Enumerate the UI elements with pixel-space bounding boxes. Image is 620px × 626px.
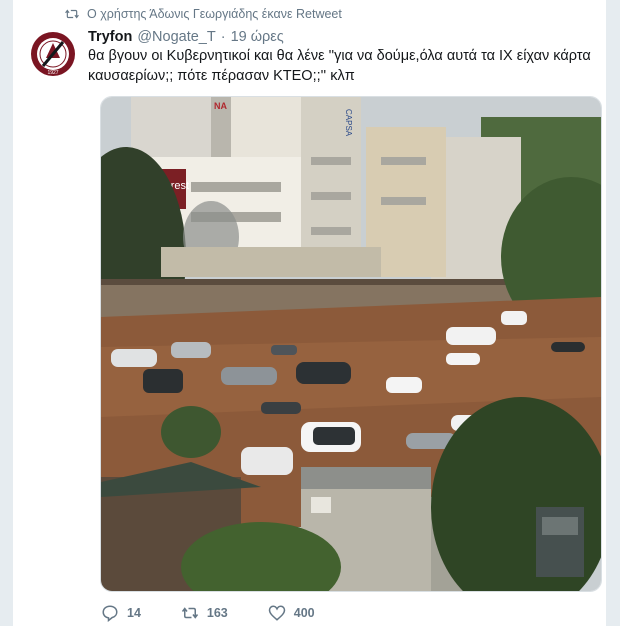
author-name[interactable]: Tryfon [88, 29, 132, 45]
tweet-card[interactable]: Ο χρήστης Άδωνις Γεωργιάδης έκανε Retwee… [12, 0, 607, 626]
corner-sign-text: NA [214, 101, 227, 111]
author-handle[interactable]: @Nogate_T [137, 29, 215, 45]
reply-icon [102, 605, 118, 622]
tweet-header: Tryfon @Nogate_T · 19 ώρες [88, 28, 284, 46]
retweet-context-text[interactable]: Ο χρήστης Άδωνις Γεωργιάδης έκανε Retwee… [87, 7, 342, 21]
retweet-icon [181, 607, 199, 619]
like-count: 400 [293, 606, 315, 620]
like-button[interactable]: 400 [268, 604, 315, 622]
tweet-photo[interactable]: everest NA CAPSA [100, 96, 602, 592]
tweet-text-line-2: καυσαερίων;; πότε πέρασαν ΚΤΕΟ;;'' κλπ [88, 68, 355, 84]
reply-count: 14 [127, 606, 141, 620]
retweet-button[interactable]: 163 [181, 604, 228, 622]
tweet-actions: 14 163 400 [101, 602, 355, 624]
tweet-text: θα βγουν οι Κυβερνητικοί και θα λένε ''γ… [88, 46, 593, 86]
avatar[interactable]: 1927 [29, 30, 77, 78]
retweet-context: Ο χρήστης Άδωνις Γεωργιάδης έκανε Retwee… [65, 6, 342, 22]
tweet-text-line-1: θα βγουν οι Κυβερνητικοί και θα λένε ''γ… [88, 48, 591, 64]
retweet-icon [65, 9, 79, 19]
reply-button[interactable]: 14 [101, 604, 141, 622]
vertical-sign-text: CAPSA [344, 109, 353, 137]
tweet-timestamp[interactable]: 19 ώρες [231, 29, 284, 45]
avatar-year: 1927 [47, 70, 58, 76]
heart-icon [268, 605, 286, 621]
flood-photo: everest NA CAPSA [101, 97, 601, 591]
header-separator: · [220, 29, 226, 45]
club-crest-avatar: 1927 [29, 30, 77, 78]
retweet-count: 163 [206, 606, 228, 620]
